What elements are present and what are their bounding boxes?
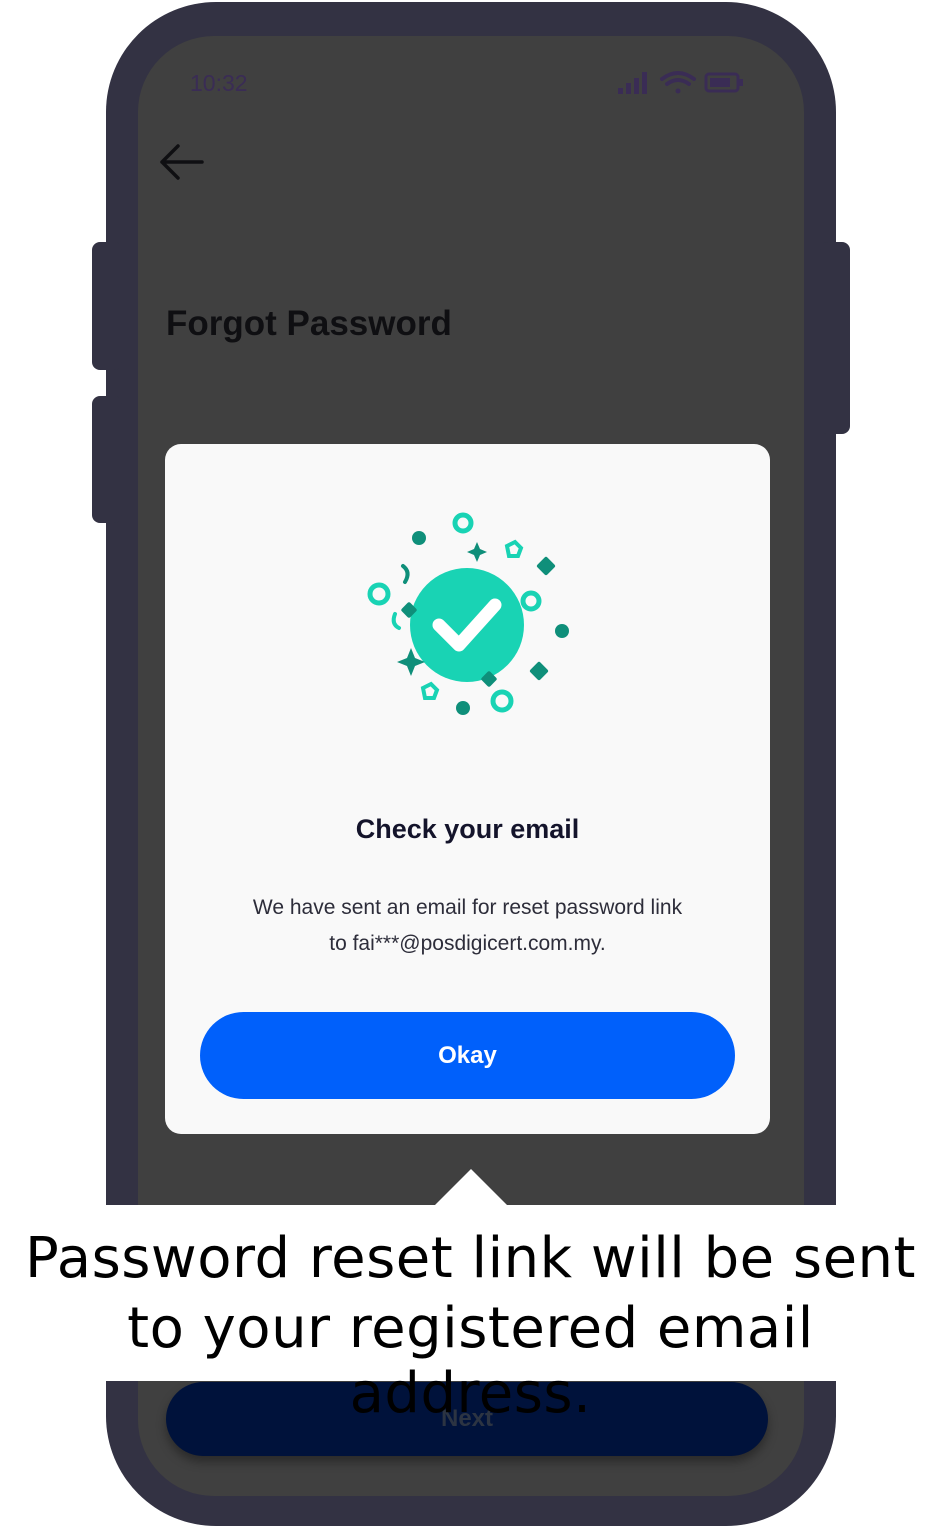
dialog-message-line-2: to fai***@posdigicert.com.my. <box>329 932 606 955</box>
volume-up-button <box>92 242 122 370</box>
caption-line-1: Password reset link will be sent <box>25 1226 916 1291</box>
caption-pointer <box>434 1169 508 1206</box>
dialog-title: Check your email <box>355 814 580 844</box>
power-button <box>820 242 850 434</box>
caption-line-2: to your registered email address. <box>127 1296 814 1426</box>
wifi-icon <box>660 71 696 94</box>
success-check-confetti-icon <box>367 512 569 715</box>
battery-icon <box>704 72 743 93</box>
signal-icon <box>618 72 647 94</box>
status-time: 10:32 <box>190 70 248 96</box>
volume-down-button <box>92 396 122 523</box>
page-title: Forgot Password <box>166 304 452 343</box>
dialog-message: We have sent an email for reset password… <box>205 890 730 962</box>
arrow-left-icon[interactable] <box>158 142 204 182</box>
email-sent-dialog: Check your email We have sent an email f… <box>165 444 770 1134</box>
dialog-message-line-1: We have sent an email for reset password… <box>252 896 683 919</box>
status-icons <box>618 71 743 94</box>
okay-button[interactable]: Okay <box>200 1012 735 1099</box>
